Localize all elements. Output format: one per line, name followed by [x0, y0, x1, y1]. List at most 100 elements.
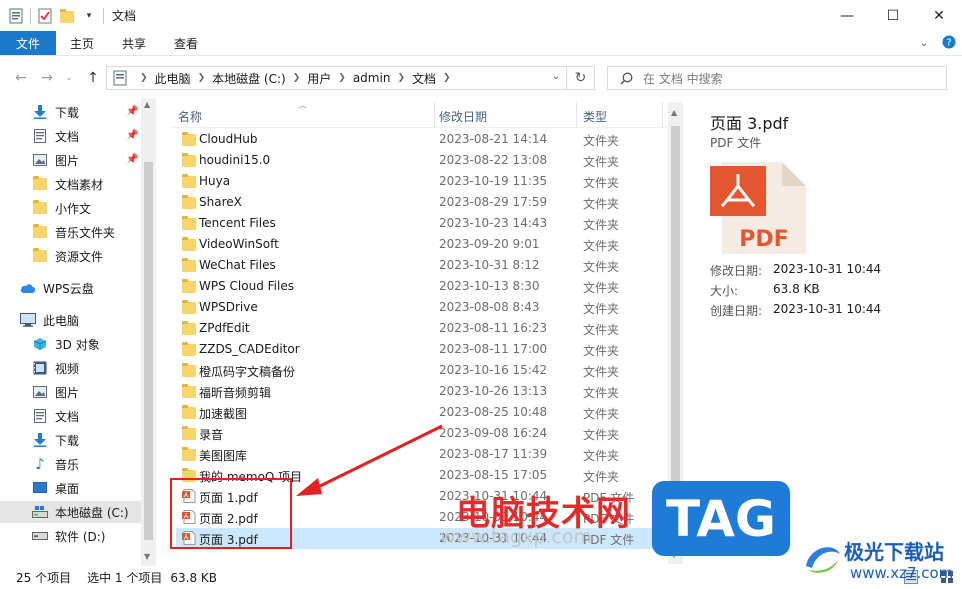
nav-item-software-d[interactable]: 软件 (D:) — [0, 525, 141, 547]
help-icon[interactable]: ? — [942, 35, 956, 52]
table-row[interactable]: ZPdfEdit 2023-08-11 16:23 文件夹 — [176, 318, 676, 339]
tab-view[interactable]: 查看 — [160, 31, 212, 55]
search-input[interactable]: 在 文档 中搜索 — [607, 66, 947, 90]
breadcrumb-separator-icon[interactable]: ❯ — [443, 73, 451, 83]
breadcrumb-users[interactable]: 用户 — [307, 70, 331, 87]
nav-item-downloads[interactable]: 下载 — [0, 101, 141, 123]
up-arrow-icon[interactable]: ↑ — [82, 67, 104, 89]
file-type: 文件夹 — [583, 323, 620, 337]
minimize-button[interactable]: — — [824, 0, 870, 31]
scroll-up-arrow-icon[interactable]: ▲ — [144, 100, 150, 109]
nav-item-folder-essay[interactable]: 小作文 — [0, 197, 141, 219]
folder-icon — [182, 321, 196, 335]
ribbon-tabs: 文件 主页 共享 查看 ⌄ ? — [0, 31, 962, 56]
checkmark-properties-icon[interactable] — [37, 8, 53, 24]
search-icon — [620, 72, 633, 85]
refresh-icon[interactable]: ↻ — [566, 67, 594, 89]
file-name: Huya — [199, 174, 231, 188]
file-name: WeChat Files — [199, 258, 276, 272]
breadcrumb-separator-icon[interactable]: ❯ — [293, 73, 301, 83]
nav-item-label: 文档 — [55, 129, 80, 144]
column-divider[interactable] — [434, 102, 435, 128]
folder-icon — [182, 447, 196, 461]
nav-item-this-pc[interactable]: 此电脑 — [0, 309, 141, 331]
nav-item-music[interactable]: ♪ 音乐 — [0, 453, 141, 475]
breadcrumb-documents[interactable]: 文档 — [412, 70, 436, 87]
breadcrumb-admin[interactable]: admin — [353, 71, 391, 85]
file-type: 文件夹 — [583, 239, 620, 253]
table-row[interactable]: CloudHub 2023-08-21 14:14 文件夹 — [176, 129, 676, 150]
address-history-chevron-icon[interactable]: ⌄ — [552, 71, 560, 82]
nav-item-3d-objects[interactable]: 3D 对象 — [0, 333, 141, 355]
nav-scroll-thumb[interactable] — [144, 162, 153, 540]
scroll-down-arrow-icon[interactable]: ▼ — [144, 552, 150, 561]
breadcrumb-local-disk[interactable]: 本地磁盘 (C:) — [212, 70, 286, 87]
pin-icon[interactable]: 📌 — [126, 154, 138, 165]
table-row[interactable]: 福昕音频剪辑 2023-10-26 13:13 文件夹 — [176, 381, 676, 402]
address-bar[interactable]: ❯ 此电脑 ❯ 本地磁盘 (C:) ❯ 用户 ❯ admin ❯ 文档 ❯ ⌄ … — [106, 66, 595, 90]
table-row[interactable]: WPS Cloud Files 2023-10-13 8:30 文件夹 — [176, 276, 676, 297]
qat-dropdown-icon[interactable]: ▾ — [81, 8, 97, 24]
nav-item-videos[interactable]: 视频 — [0, 357, 141, 379]
nav-item-folder-docmaterial[interactable]: 文档素材 — [0, 173, 141, 195]
document-properties-icon[interactable] — [8, 8, 24, 24]
nav-item-pc-downloads[interactable]: 下载 — [0, 429, 141, 451]
table-row[interactable]: Huya 2023-10-19 11:35 文件夹 — [176, 171, 676, 192]
nav-item-label: 本地磁盘 (C:) — [55, 505, 129, 520]
desktop-icon — [32, 480, 48, 496]
nav-item-documents[interactable]: 文档 — [0, 125, 141, 147]
forward-arrow-icon[interactable]: → — [36, 67, 58, 89]
tab-file[interactable]: 文件 — [0, 31, 57, 55]
breadcrumb-separator-icon[interactable]: ❯ — [397, 73, 405, 83]
table-row[interactable]: houdini15.0 2023-08-22 13:08 文件夹 — [176, 150, 676, 171]
table-row[interactable]: ZZDS_CADEditor 2023-08-11 17:00 文件夹 — [176, 339, 676, 360]
nav-item-folder-music[interactable]: 音乐文件夹 — [0, 221, 141, 243]
column-header-type[interactable]: 类型 — [583, 108, 607, 125]
nav-item-wps-cloud[interactable]: WPS云盘 — [0, 277, 141, 299]
tab-share[interactable]: 共享 — [108, 31, 160, 55]
tag-logo-badge: TAG — [652, 481, 790, 556]
pin-icon[interactable]: 📌 — [126, 130, 138, 141]
breadcrumb-separator-icon[interactable]: ❯ — [140, 73, 148, 83]
table-row[interactable]: Tencent Files 2023-10-23 14:43 文件夹 — [176, 213, 676, 234]
breadcrumb-separator-icon[interactable]: ❯ — [198, 73, 206, 83]
maximize-button[interactable]: ☐ — [870, 0, 916, 31]
table-row[interactable]: ShareX 2023-08-29 17:59 文件夹 — [176, 192, 676, 213]
table-row[interactable]: VideoWinSoft 2023-09-20 9:01 文件夹 — [176, 234, 676, 255]
file-modified-date: 2023-08-11 17:00 — [439, 342, 548, 356]
column-header-date[interactable]: 修改日期 — [439, 108, 487, 125]
table-row[interactable]: 橙瓜码字文稿备份 2023-10-16 15:42 文件夹 — [176, 360, 676, 381]
file-name: ZPdfEdit — [199, 321, 250, 335]
nav-item-local-disk-c[interactable]: 本地磁盘 (C:) — [0, 501, 141, 523]
nav-item-pictures[interactable]: 图片 — [0, 149, 141, 171]
close-button[interactable]: ✕ — [916, 0, 962, 31]
document-icon — [32, 128, 48, 144]
table-row[interactable]: WPSDrive 2023-08-08 8:43 文件夹 — [176, 297, 676, 318]
nav-item-pc-pictures[interactable]: 图片 — [0, 381, 141, 403]
title-bar: ▾ 文档 — ☐ ✕ — [0, 0, 962, 31]
tab-home[interactable]: 主页 — [56, 31, 108, 55]
column-divider[interactable] — [576, 102, 577, 128]
expand-ribbon-chevron-icon[interactable]: ⌄ — [920, 38, 928, 49]
recent-locations-chevron-icon[interactable]: ⌄ — [58, 67, 80, 89]
annotation-highlight-box — [170, 478, 292, 549]
nav-item-pc-documents[interactable]: 文档 — [0, 405, 141, 427]
preview-file-type: PDF 文件 — [710, 136, 762, 150]
file-type: 文件夹 — [583, 470, 620, 484]
new-folder-icon[interactable] — [59, 8, 75, 24]
file-name: WPS Cloud Files — [199, 279, 294, 293]
scroll-up-arrow-icon[interactable]: ▲ — [671, 108, 677, 117]
table-row[interactable]: WeChat Files 2023-10-31 8:12 文件夹 — [176, 255, 676, 276]
pin-icon[interactable]: 📌 — [126, 106, 138, 117]
file-modified-date: 2023-09-20 9:01 — [439, 237, 540, 251]
breadcrumb-this-pc[interactable]: 此电脑 — [155, 70, 191, 87]
nav-item-folder-resources[interactable]: 资源文件 — [0, 245, 141, 267]
column-divider[interactable] — [662, 102, 663, 128]
breadcrumb-separator-icon[interactable]: ❯ — [338, 73, 346, 83]
sort-up-chevron-icon: ︿ — [298, 101, 308, 111]
back-arrow-icon[interactable]: ← — [10, 67, 32, 89]
column-header-name[interactable]: 名称 — [178, 108, 202, 125]
nav-pane-scrollbar[interactable]: ▲ ▼ — [141, 98, 156, 566]
nav-item-desktop[interactable]: 桌面 — [0, 477, 141, 499]
file-modified-date: 2023-08-08 8:43 — [439, 300, 540, 314]
